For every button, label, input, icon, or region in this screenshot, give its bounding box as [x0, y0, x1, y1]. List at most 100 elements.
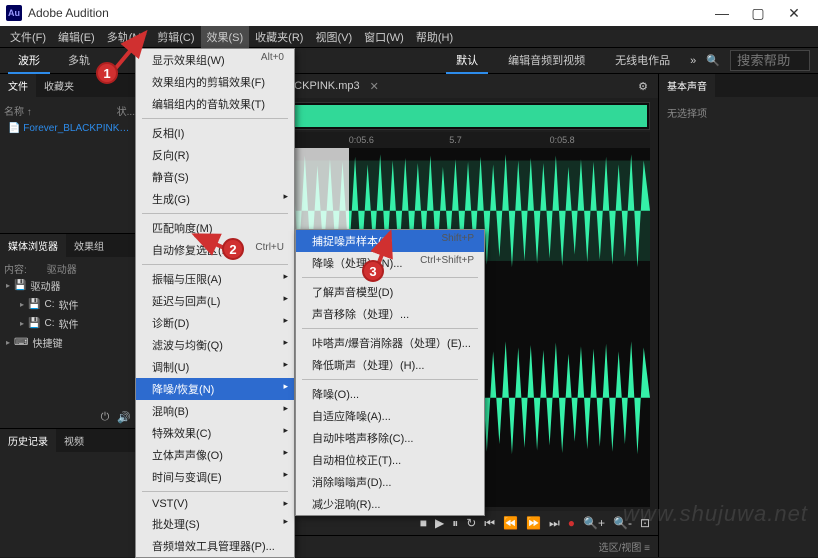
submenu-auto-click-remove[interactable]: 自动咔嗒声移除(C)... — [296, 427, 484, 449]
close-button[interactable]: ✕ — [776, 5, 812, 22]
mini-volume-icon[interactable]: 🔊 — [117, 411, 131, 424]
menu-delay-echo[interactable]: 延迟与回声(L)▸ — [136, 290, 294, 312]
menu-edit[interactable]: 编辑(E) — [52, 26, 101, 48]
menu-window[interactable]: 窗口(W) — [358, 26, 410, 48]
workspace-bar: 波形 多轨 默认 编辑音频到视频 无线电作品 » 🔍 — [0, 48, 818, 74]
menu-match-loudness[interactable]: 匹配响度(M) — [136, 217, 294, 239]
menu-clip-effects[interactable]: 效果组内的剪辑效果(F) — [136, 71, 294, 93]
zoom-in-icon[interactable]: 🔍+ — [583, 516, 605, 531]
app-logo: Au — [6, 5, 22, 21]
submenu-click-pop[interactable]: 咔嗒声/爆音消除器（处理）(E)... — [296, 332, 484, 354]
menu-stereo-imagery[interactable]: 立体声声像(O)▸ — [136, 444, 294, 466]
rewind-button[interactable]: ⏪ — [503, 516, 518, 531]
menu-modulation[interactable]: 调制(U)▸ — [136, 356, 294, 378]
workspace-waveform[interactable]: 波形 — [8, 48, 50, 74]
submenu-learn-sound-model[interactable]: 了解声音模型(D) — [296, 281, 484, 303]
submenu-adaptive-noise[interactable]: 自适应降噪(A)... — [296, 405, 484, 427]
skip-back-button[interactable]: ⏮ — [484, 516, 495, 531]
menu-batch[interactable]: 批处理(S)▸ — [136, 513, 294, 535]
file-item[interactable]: 📄 Forever_BLACKPINK.mp3 — [4, 120, 135, 137]
app-title: Adobe Audition — [28, 6, 109, 20]
pause-button[interactable]: ⏸ — [452, 516, 458, 531]
annotation-badge-3: 3 — [362, 260, 384, 282]
toolbar-more[interactable]: » — [690, 55, 696, 67]
history-tab[interactable]: 历史记录 — [0, 429, 56, 452]
menu-show-effects-rack[interactable]: 显示效果组(W)Alt+0 — [136, 49, 294, 71]
menu-invert[interactable]: 反相(I) — [136, 122, 294, 144]
mini-power-icon[interactable]: ⏻ — [101, 411, 110, 424]
minimize-button[interactable]: — — [704, 5, 740, 22]
files-col-name[interactable]: 名称 ↑ — [4, 107, 32, 118]
editor-close-icon[interactable]: ✕ — [370, 80, 379, 93]
menu-special[interactable]: 特殊效果(C)▸ — [136, 422, 294, 444]
editor-gear-icon[interactable]: ⚙ — [638, 80, 648, 93]
submenu-capture-noise-print[interactable]: 捕捉噪声样本(B)Shift+P — [296, 230, 484, 252]
essential-sound-tab[interactable]: 基本声音 — [659, 74, 715, 97]
menu-view[interactable]: 视图(V) — [309, 26, 358, 48]
record-button[interactable]: ● — [568, 516, 575, 531]
mini-transport: ⏻ 🔊 — [0, 407, 139, 428]
noise-reduction-submenu: 捕捉噪声样本(B)Shift+P 降噪（处理）(N)...Ctrl+Shift+… — [295, 229, 485, 516]
menu-reverb[interactable]: 混响(B)▸ — [136, 400, 294, 422]
menu-help[interactable]: 帮助(H) — [410, 26, 459, 48]
right-panel: 基本声音 无选择项 — [658, 74, 818, 557]
menu-vst[interactable]: VST(V)▸ — [136, 495, 294, 513]
submenu-sound-remover[interactable]: 声音移除（处理）... — [296, 303, 484, 325]
files-col-status[interactable]: 状... — [117, 103, 135, 118]
effects-rack-tab[interactable]: 效果组 — [66, 234, 112, 257]
essential-sound-empty: 无选择项 — [659, 97, 818, 128]
annotation-badge-2: 2 — [222, 238, 244, 260]
left-panel-stack: 文件 收藏夹 名称 ↑状... 📄 Forever_BLACKPINK.mp3 … — [0, 74, 140, 557]
selection-view-tab[interactable]: 选区/视图 ≡ — [599, 539, 650, 554]
loop-button[interactable]: ↻ — [466, 516, 476, 531]
menu-bar: 文件(F) 编辑(E) 多轨(M) 剪辑(C) 效果(S) 收藏夹(R) 视图(… — [0, 26, 818, 48]
favorites-tab[interactable]: 收藏夹 — [36, 74, 82, 97]
search-icon: 🔍 — [706, 54, 720, 67]
effects-menu-dropdown: 显示效果组(W)Alt+0 效果组内的剪辑效果(F) 编辑组内的音轨效果(T) … — [135, 48, 295, 558]
workspace-multitrack[interactable]: 多轨 — [58, 48, 100, 74]
files-tab[interactable]: 文件 — [0, 74, 36, 97]
play-button[interactable]: ▶ — [435, 516, 444, 531]
media-col-drive: 驱动器 — [47, 261, 77, 276]
submenu-dereverb[interactable]: 减少混响(R)... — [296, 493, 484, 515]
annotation-badge-1: 1 — [96, 62, 118, 84]
menu-filter-eq[interactable]: 滤波与均衡(Q)▸ — [136, 334, 294, 356]
tree-drives[interactable]: 💾 驱动器 — [4, 276, 135, 295]
media-browser-tab[interactable]: 媒体浏览器 — [0, 234, 66, 257]
submenu-hiss-reduction[interactable]: 降低嘶声（处理）(H)... — [296, 354, 484, 376]
menu-favorites[interactable]: 收藏夹(R) — [249, 26, 309, 48]
menu-effects[interactable]: 效果(S) — [201, 26, 250, 48]
help-search-input[interactable] — [730, 50, 810, 71]
forward-button[interactable]: ⏩ — [526, 516, 541, 531]
submenu-auto-phase[interactable]: 自动相位校正(T)... — [296, 449, 484, 471]
menu-silence[interactable]: 静音(S) — [136, 166, 294, 188]
menu-clip[interactable]: 剪辑(C) — [151, 26, 200, 48]
menu-auto-heal[interactable]: 自动修复选区(H)Ctrl+U — [136, 239, 294, 261]
submenu-noise-reduction-process[interactable]: 降噪（处理）(N)...Ctrl+Shift+P — [296, 252, 484, 274]
submenu-denoise[interactable]: 降噪(O)... — [296, 383, 484, 405]
menu-plugin-manager[interactable]: 音频增效工具管理器(P)... — [136, 535, 294, 557]
watermark: www.shujuwa.net — [623, 501, 808, 527]
submenu-dehummer[interactable]: 消除嗡嗡声(D)... — [296, 471, 484, 493]
menu-multitrack[interactable]: 多轨(M) — [101, 26, 152, 48]
tree-shortcuts[interactable]: ⌨ 快捷键 — [4, 333, 135, 352]
menu-amplitude[interactable]: 振幅与压限(A)▸ — [136, 268, 294, 290]
menu-file[interactable]: 文件(F) — [4, 26, 52, 48]
media-col-content: 内容: — [4, 261, 27, 276]
menu-time-pitch[interactable]: 时间与变调(E)▸ — [136, 466, 294, 488]
video-tab[interactable]: 视频 — [56, 429, 92, 452]
tree-drive-c[interactable]: 💾 C: 软件 — [18, 295, 135, 314]
layout-audio2video[interactable]: 编辑音频到视频 — [498, 48, 595, 74]
title-bar: Au Adobe Audition — ▢ ✕ — [0, 0, 818, 26]
menu-reverse[interactable]: 反向(R) — [136, 144, 294, 166]
skip-fwd-button[interactable]: ⏭ — [549, 516, 560, 531]
menu-noise-reduction[interactable]: 降噪/恢复(N)▸ — [136, 378, 294, 400]
layout-default[interactable]: 默认 — [446, 48, 488, 74]
maximize-button[interactable]: ▢ — [740, 5, 776, 22]
tree-drive-c2[interactable]: 💾 C: 软件 — [18, 314, 135, 333]
menu-generate[interactable]: 生成(G)▸ — [136, 188, 294, 210]
layout-radio[interactable]: 无线电作品 — [605, 48, 680, 74]
menu-track-effects[interactable]: 编辑组内的音轨效果(T) — [136, 93, 294, 115]
stop-button[interactable]: ■ — [420, 516, 427, 531]
menu-diagnostics[interactable]: 诊断(D)▸ — [136, 312, 294, 334]
